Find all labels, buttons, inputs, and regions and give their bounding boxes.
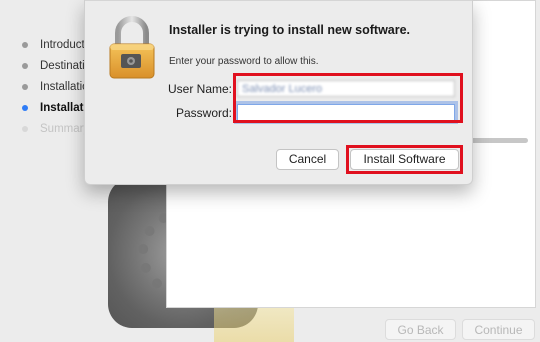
- username-field[interactable]: [237, 80, 455, 97]
- password-label: Password:: [175, 106, 232, 120]
- step-bullet-icon: [22, 83, 28, 90]
- step-label: Summary: [40, 122, 90, 135]
- lock-icon: [109, 16, 155, 79]
- step-bullet-icon: [22, 41, 28, 48]
- password-field[interactable]: [237, 104, 455, 121]
- step-bullet-icon: [22, 104, 28, 111]
- username-label: User Name:: [167, 82, 232, 96]
- dialog-title: Installer is trying to install new softw…: [169, 23, 411, 37]
- cancel-button[interactable]: Cancel: [276, 149, 339, 170]
- dialog-subtitle: Enter your password to allow this.: [169, 56, 319, 67]
- authentication-dialog: Installer is trying to install new softw…: [84, 0, 473, 185]
- step-bullet-icon: [22, 62, 28, 69]
- dialog-top-divider: [85, 0, 472, 1]
- step-bullet-icon: [22, 125, 28, 132]
- go-back-button[interactable]: Go Back: [385, 319, 456, 340]
- install-software-button[interactable]: Install Software: [350, 149, 459, 170]
- continue-button[interactable]: Continue: [462, 319, 535, 340]
